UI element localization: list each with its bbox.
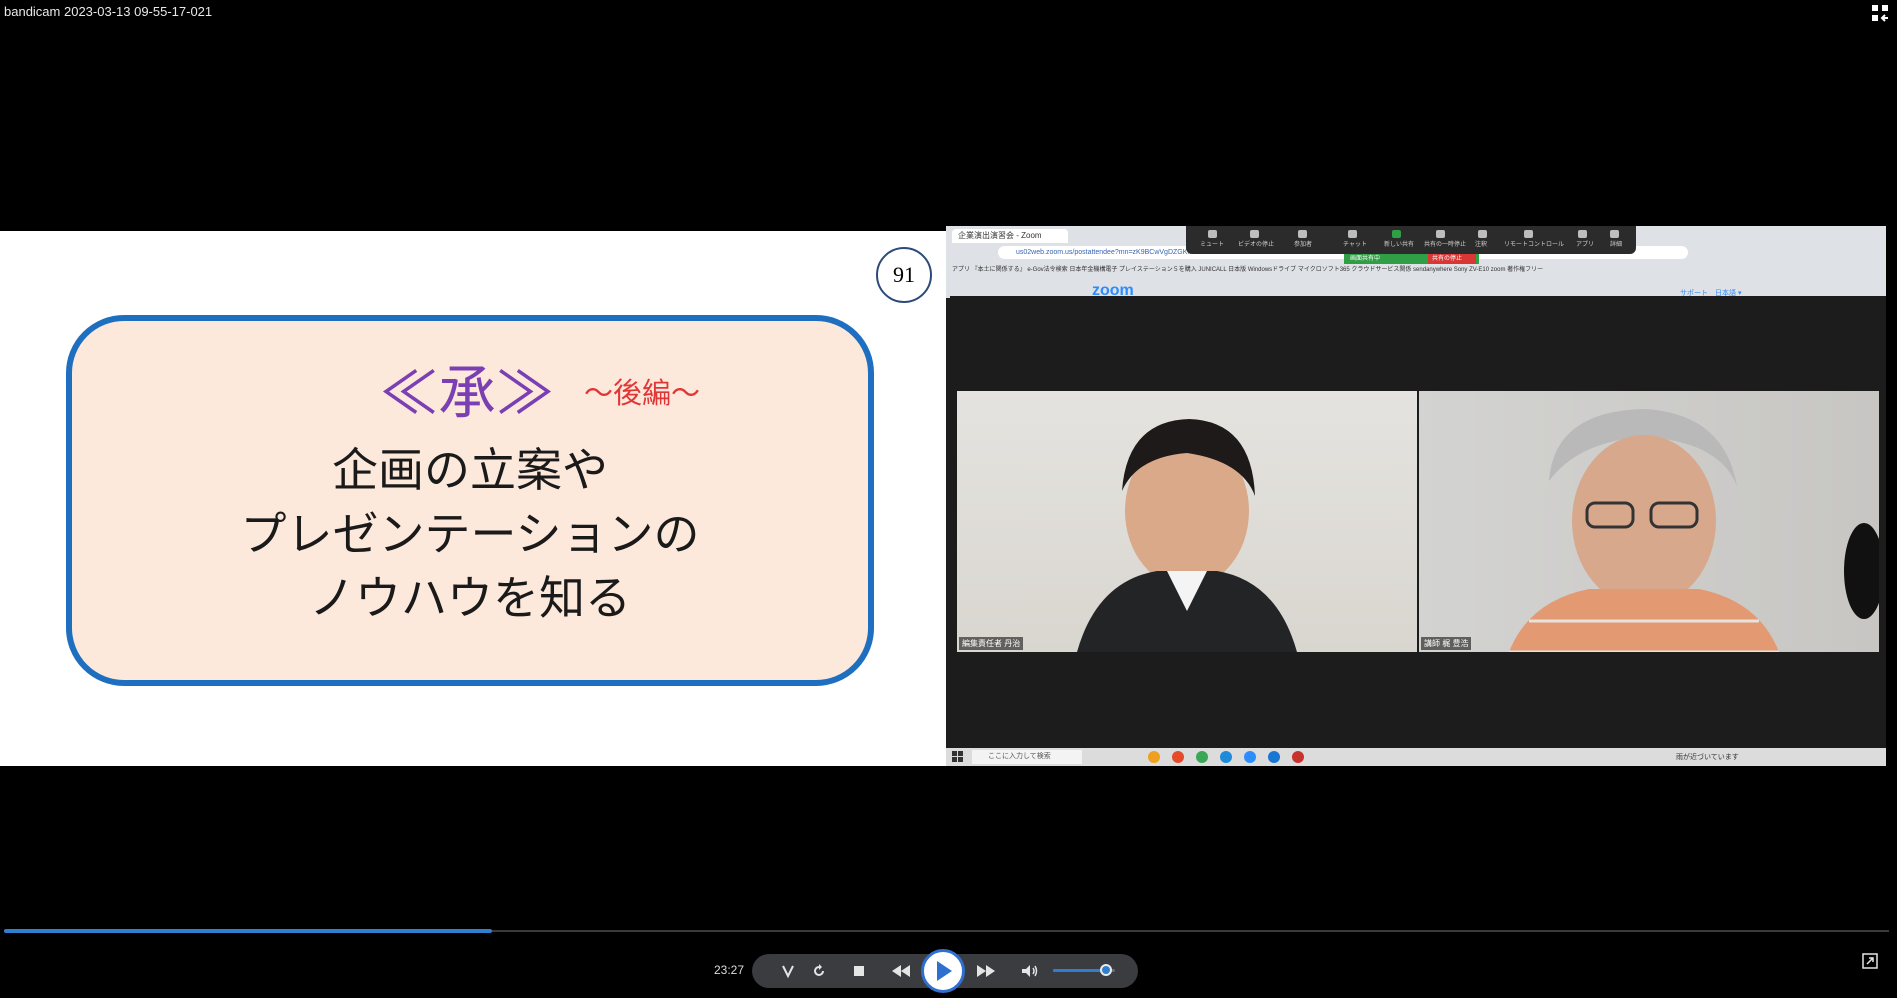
zoom-toolbar-item: 注釈 — [1475, 242, 1488, 248]
chrome-icon — [1196, 751, 1208, 763]
window-title: bandicam 2023-03-13 09-55-17-021 — [4, 4, 213, 19]
compact-mode-icon[interactable] — [1871, 4, 1889, 22]
participant-2-silhouette — [1509, 409, 1879, 652]
replay-button[interactable] — [808, 961, 830, 981]
zoom-toolbar-item: ミュート — [1200, 242, 1225, 248]
rewind-button[interactable] — [890, 961, 912, 981]
apps-icon — [1578, 230, 1587, 238]
zoom-sharing-toolbar: ミュート ビデオの停止 参加者 チャット 新しい共有 共有の一時停止 注釈 リモ… — [1186, 226, 1636, 254]
volume-button[interactable] — [1019, 961, 1041, 981]
windows-taskbar — [946, 748, 1886, 766]
more-icon — [1610, 230, 1619, 238]
stop-share-button: 共有の停止 — [1428, 254, 1476, 264]
powerpoint-icon — [1292, 751, 1304, 763]
ab-repeat-icon — [782, 965, 794, 979]
slide-body: 企画の立案や プレゼンテーションの ノウハウを知る — [130, 438, 810, 630]
zoom-toolbar-item: ビデオの停止 — [1238, 242, 1275, 248]
participant-video-1: 編集責任者 丹治 — [957, 391, 1417, 652]
play-button[interactable] — [921, 949, 965, 993]
windows-start-icon — [952, 751, 963, 762]
speaker-icon — [1022, 965, 1038, 977]
browser-tab: 企業演出演習会 - Zoom — [952, 229, 1068, 243]
stop-button[interactable] — [848, 961, 870, 981]
edge-icon — [1268, 751, 1280, 763]
slide-line-3: ノウハウを知る — [309, 571, 631, 625]
fast-forward-icon — [977, 965, 995, 977]
video-camera-icon — [1250, 230, 1259, 238]
taskbar-weather: 雨が近づいています — [1676, 754, 1739, 761]
play-icon — [937, 961, 952, 981]
annotate-icon — [1478, 230, 1487, 238]
chat-icon — [1348, 230, 1357, 238]
zoom-logo: zoom — [1092, 282, 1134, 299]
popout-icon[interactable] — [1862, 953, 1878, 969]
pause-icon — [1436, 230, 1445, 238]
participant-1-silhouette — [1077, 419, 1297, 652]
taskbar-search: ここに入力して検索 — [972, 750, 1082, 764]
folder-icon — [1148, 751, 1160, 763]
slide-subheading: ～後編～ — [584, 376, 701, 410]
share-icon — [1392, 230, 1401, 238]
participant-2-name: 講師 梶 豊浩 — [1421, 637, 1472, 650]
zoom-toolbar-item: 新しい共有 — [1384, 242, 1415, 248]
rewind-icon — [892, 965, 910, 977]
zoom-toolbar-item: リモートコントロール — [1504, 242, 1565, 248]
slide-heading: ≪承≫ — [380, 359, 555, 427]
zoom-support-links: サポート 日本語 ▾ — [1680, 290, 1742, 297]
participant-1-name: 編集責任者 丹治 — [959, 637, 1024, 650]
slide-line-2: プレゼンテーションの — [240, 507, 700, 561]
participants-icon — [1298, 230, 1307, 238]
zoom-toolbar-item: アプリ — [1576, 242, 1595, 248]
stop-icon — [854, 966, 864, 976]
zoom-toolbar-item: 参加者 — [1294, 242, 1313, 248]
ab-repeat-button[interactable] — [777, 961, 799, 981]
volume-level[interactable] — [1053, 969, 1106, 972]
firefox-icon — [1172, 751, 1184, 763]
fast-forward-button[interactable] — [975, 961, 997, 981]
volume-knob[interactable] — [1100, 964, 1112, 976]
seek-bar-progress[interactable] — [4, 929, 492, 933]
bookmarks-bar: アプリ 『本土に関係する』 e-Gov法令検索 日本年金機構電子 プレイステーシ… — [952, 267, 1544, 273]
remote-control-icon — [1524, 230, 1533, 238]
zoom-toolbar-item: チャット — [1343, 242, 1367, 248]
zoom-toolbar-item: 共有の一時停止 — [1424, 242, 1467, 248]
slide-line-1: 企画の立案や — [332, 443, 608, 497]
zoom-icon — [1244, 751, 1256, 763]
participant-video-2: 講師 梶 豊浩 — [1419, 391, 1879, 652]
zoom-toolbar-item: 詳細 — [1610, 242, 1623, 248]
replay-icon — [814, 964, 824, 976]
slide-page-number: 91 — [876, 247, 932, 303]
skype-icon — [1220, 751, 1232, 763]
playback-time: 23:27 — [714, 963, 745, 977]
microphone-icon — [1208, 230, 1217, 238]
